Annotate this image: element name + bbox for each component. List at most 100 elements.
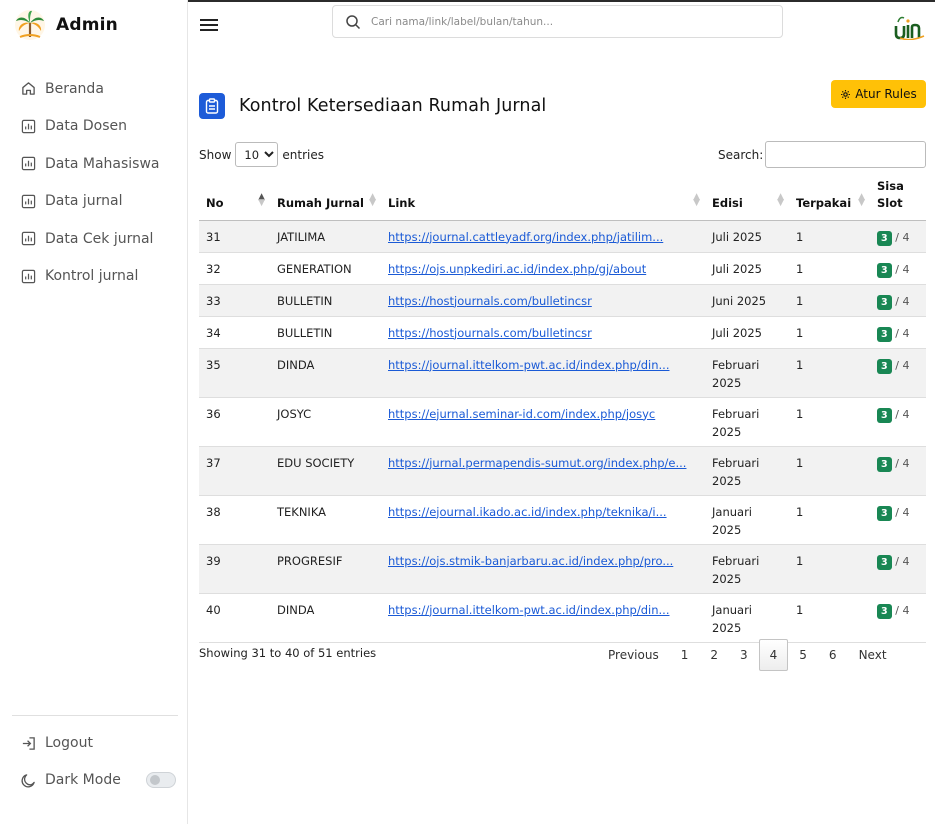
sisa-slot-badge: 3 xyxy=(877,358,892,374)
column-header-terpakai[interactable]: Terpakai ▲ ▼ xyxy=(789,172,870,221)
rumah-jurnal-table: No ▲ ▼ Rumah Jurnal ▲ ▼ Link ▲ ▼ Edisi ▲ ▼ T… xyxy=(199,172,926,643)
cell-edisi: Februari 2025 xyxy=(705,348,789,398)
bar-chart-icon xyxy=(20,193,36,209)
slot-total: / 4 xyxy=(895,505,910,519)
cell-edisi: Februari 2025 xyxy=(705,446,789,496)
column-header-edisi[interactable]: Edisi ▲ ▼ xyxy=(705,172,789,221)
sort-icon: ▲ ▼ xyxy=(369,191,376,208)
sidebar-item-data-mahasiswa[interactable]: Data Mahasiswa xyxy=(0,145,188,183)
sidebar-item-label: Data Mahasiswa xyxy=(45,155,160,172)
brand[interactable]: Admin xyxy=(14,9,118,41)
slot-total: / 4 xyxy=(895,294,910,308)
table-search-input[interactable] xyxy=(765,141,927,168)
journal-link[interactable]: https://jurnal.permapendis-sumut.org/ind… xyxy=(388,456,686,470)
cell-no: 37 xyxy=(199,446,270,496)
sisa-slot-badge: 3 xyxy=(877,407,892,423)
cell-rumah-jurnal: EDU SOCIETY xyxy=(270,446,381,496)
cell-no: 33 xyxy=(199,284,270,317)
entries-length-select[interactable]: 10 xyxy=(235,142,279,167)
sisa-slot-badge: 3 xyxy=(877,554,892,570)
sidebar-item-data-dosen[interactable]: Data Dosen xyxy=(0,108,188,146)
slot-total: / 4 xyxy=(895,358,910,372)
logout-label: Logout xyxy=(45,735,93,751)
cell-terpakai: 1 xyxy=(789,220,870,253)
sort-icon: ▲ ▼ xyxy=(777,191,784,208)
page-5-button[interactable]: 5 xyxy=(788,639,818,671)
table-row: 35 DINDA https://journal.ittelkom-pwt.ac.i… xyxy=(199,348,926,398)
dark-mode-row: Dark Mode xyxy=(20,768,121,792)
journal-link[interactable]: https://ojs.unpkediri.ac.id/index.php/gj… xyxy=(388,262,646,276)
next-page-button[interactable]: Next xyxy=(848,639,898,671)
journal-link[interactable]: https://hostjournals.com/bulletincsr xyxy=(388,326,592,340)
sisa-slot-badge: 3 xyxy=(877,326,892,342)
table-row: 39 PROGRESIF https://ojs.stmik-banjarbaru.… xyxy=(199,544,926,594)
table-row: 33 BULLETIN https://hostjournals.com/bulle… xyxy=(199,284,926,317)
table-info: Showing 31 to 40 of 51 entries xyxy=(199,646,377,660)
cell-sisa-slot: 3 / 4 xyxy=(870,316,926,349)
dark-mode-toggle[interactable] xyxy=(146,772,176,788)
global-search xyxy=(332,5,783,38)
sidebar-nav: Beranda Data Dosen Data Mahasiswa Data j… xyxy=(0,70,188,295)
journal-link[interactable]: https://journal.ittelkom-pwt.ac.id/index… xyxy=(388,603,669,617)
cell-terpakai: 1 xyxy=(789,284,870,317)
column-header-sisa-slot[interactable]: Sisa Slot xyxy=(870,172,926,221)
page-2-button[interactable]: 2 xyxy=(699,639,729,671)
cell-link: https://ojs.unpkediri.ac.id/index.php/gj… xyxy=(381,252,705,285)
sidebar-divider xyxy=(12,715,178,716)
pagination: Previous 1 2 3 4 5 6 Next xyxy=(597,639,898,671)
column-header-rumah-jurnal[interactable]: Rumah Jurnal ▲ ▼ xyxy=(270,172,381,221)
cell-no: 32 xyxy=(199,252,270,285)
atur-rules-label: Atur Rules xyxy=(855,87,917,101)
cell-link: https://journal.ittelkom-pwt.ac.id/index… xyxy=(381,593,705,643)
journal-link[interactable]: https://ejournal.ikado.ac.id/index.php/t… xyxy=(388,505,667,519)
page-1-button[interactable]: 1 xyxy=(670,639,700,671)
brand-title: Admin xyxy=(56,15,118,35)
cell-edisi: Februari 2025 xyxy=(705,397,789,447)
column-header-link[interactable]: Link ▲ ▼ xyxy=(381,172,705,221)
cell-rumah-jurnal: TEKNIKA xyxy=(270,495,381,545)
uin-logo-icon xyxy=(894,16,925,40)
journal-link[interactable]: https://ejurnal.seminar-id.com/index.php… xyxy=(388,407,655,421)
cell-edisi: Januari 2025 xyxy=(705,593,789,643)
logout-button[interactable]: Logout xyxy=(20,731,93,755)
table-search-control: Search: xyxy=(718,141,927,168)
cell-rumah-jurnal: JOSYC xyxy=(270,397,381,447)
sidebar-item-beranda[interactable]: Beranda xyxy=(0,70,188,108)
table-row: 32 GENERATION https://ojs.unpkediri.ac.id/… xyxy=(199,252,926,285)
bar-chart-icon xyxy=(20,268,36,284)
sidebar-item-label: Data Cek jurnal xyxy=(45,230,154,247)
table-body: 31 JATILIMA https://journal.cattleyadf.org… xyxy=(199,220,926,643)
sidebar-item-data-cek-jurnal[interactable]: Data Cek jurnal xyxy=(0,220,188,258)
page-3-button[interactable]: 3 xyxy=(729,639,759,671)
cell-sisa-slot: 3 / 4 xyxy=(870,348,926,398)
table-search-label: Search: xyxy=(718,147,764,162)
cell-sisa-slot: 3 / 4 xyxy=(870,593,926,643)
column-header-no[interactable]: No ▲ ▼ xyxy=(199,172,270,221)
atur-rules-button[interactable]: Atur Rules xyxy=(831,80,926,108)
journal-link[interactable]: https://ojs.stmik-banjarbaru.ac.id/index… xyxy=(388,554,673,568)
cell-link: https://journal.ittelkom-pwt.ac.id/index… xyxy=(381,348,705,398)
table-header-row: No ▲ ▼ Rumah Jurnal ▲ ▼ Link ▲ ▼ Edisi ▲ ▼ T… xyxy=(199,172,926,221)
cell-sisa-slot: 3 / 4 xyxy=(870,220,926,253)
journal-link[interactable]: https://hostjournals.com/bulletincsr xyxy=(388,294,592,308)
previous-page-button[interactable]: Previous xyxy=(597,639,670,671)
journal-link[interactable]: https://journal.ittelkom-pwt.ac.id/index… xyxy=(388,358,669,372)
sidebar-item-data-jurnal[interactable]: Data jurnal xyxy=(0,183,188,221)
cell-link: https://hostjournals.com/bulletincsr xyxy=(381,284,705,317)
menu-toggle-button[interactable] xyxy=(200,19,218,33)
sidebar-item-kontrol-jurnal[interactable]: Kontrol jurnal xyxy=(0,258,188,296)
table-row: 36 JOSYC https://ejurnal.seminar-id.com/in… xyxy=(199,397,926,447)
table-row: 31 JATILIMA https://journal.cattleyadf.org… xyxy=(199,220,926,253)
global-search-input[interactable] xyxy=(371,15,751,28)
gear-icon xyxy=(840,89,851,100)
journal-link[interactable]: https://journal.cattleyadf.org/index.php… xyxy=(388,230,663,244)
page-6-button[interactable]: 6 xyxy=(818,639,848,671)
sidebar-item-label: Data Dosen xyxy=(45,118,128,135)
cell-sisa-slot: 3 / 4 xyxy=(870,252,926,285)
cell-terpakai: 1 xyxy=(789,593,870,643)
sisa-slot-badge: 3 xyxy=(877,456,892,472)
cell-sisa-slot: 3 / 4 xyxy=(870,495,926,545)
cell-sisa-slot: 3 / 4 xyxy=(870,284,926,317)
page-4-button[interactable]: 4 xyxy=(758,639,789,671)
cell-sisa-slot: 3 / 4 xyxy=(870,397,926,447)
